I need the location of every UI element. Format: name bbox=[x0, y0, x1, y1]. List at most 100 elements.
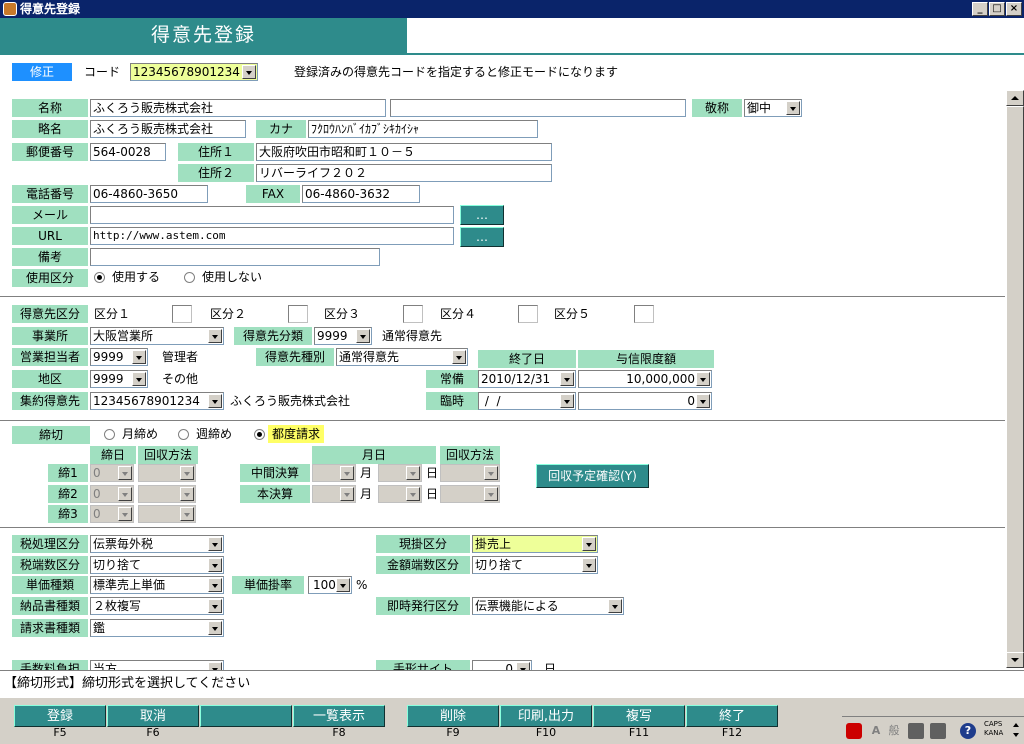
closing2-day[interactable]: 0 bbox=[90, 485, 134, 503]
use-yes-radio[interactable] bbox=[94, 272, 105, 283]
address1-input[interactable]: 大阪府吹田市昭和町１０－５ bbox=[256, 143, 552, 161]
closing2-day-dropdown-icon[interactable] bbox=[118, 487, 132, 501]
ime-app-icon[interactable] bbox=[846, 723, 862, 739]
interim-day[interactable] bbox=[378, 464, 422, 482]
note-site-stepper[interactable]: 0 bbox=[472, 660, 532, 670]
interim-method[interactable] bbox=[440, 464, 500, 482]
area-dropdown-icon[interactable] bbox=[132, 372, 146, 386]
class3-checkbox[interactable] bbox=[403, 305, 423, 323]
interim-method-dropdown-icon[interactable] bbox=[484, 466, 498, 480]
tel-input[interactable]: 06-4860-3650 bbox=[90, 185, 208, 203]
closing1-method-dropdown-icon[interactable] bbox=[180, 466, 194, 480]
sales-rep-select[interactable]: 9999 bbox=[90, 348, 148, 366]
cash-credit-select[interactable]: 掛売上 bbox=[472, 535, 598, 553]
closing-each-radio[interactable] bbox=[254, 429, 265, 440]
final-method[interactable] bbox=[440, 485, 500, 503]
class2-checkbox[interactable] bbox=[288, 305, 308, 323]
temporary-end-date[interactable]: / / bbox=[478, 392, 576, 410]
honorific-select[interactable]: 御中 bbox=[744, 99, 802, 117]
closing2-method-dropdown-icon[interactable] bbox=[180, 487, 194, 501]
price-rate-spin-icon[interactable] bbox=[336, 578, 350, 592]
closing1-day-dropdown-icon[interactable] bbox=[118, 466, 132, 480]
regular-end-date[interactable]: 2010/12/31 bbox=[478, 370, 576, 388]
group-customer-select[interactable]: 12345678901234 bbox=[90, 392, 224, 410]
copy-button[interactable]: 複写 bbox=[593, 705, 685, 727]
final-method-dropdown-icon[interactable] bbox=[484, 487, 498, 501]
customer-type-select[interactable]: 9999 bbox=[314, 327, 372, 345]
class4-checkbox[interactable] bbox=[518, 305, 538, 323]
class5-checkbox[interactable] bbox=[634, 305, 654, 323]
interim-month[interactable] bbox=[312, 464, 356, 482]
closing1-day[interactable]: 0 bbox=[90, 464, 134, 482]
list-view-button[interactable]: 一覧表示 bbox=[293, 705, 385, 727]
class1-checkbox[interactable] bbox=[172, 305, 192, 323]
delivery-slip-select[interactable]: ２枚複写 bbox=[90, 597, 224, 615]
mail-browse-button[interactable]: … bbox=[460, 205, 504, 225]
print-output-button[interactable]: 印刷,出力 bbox=[500, 705, 592, 727]
use-no-radio[interactable] bbox=[184, 272, 195, 283]
customer-type-dropdown-icon[interactable] bbox=[356, 329, 370, 343]
scroll-thumb[interactable] bbox=[1006, 106, 1024, 662]
name-input[interactable]: ふくろう販売株式会社 bbox=[90, 99, 386, 117]
closing3-day-dropdown-icon[interactable] bbox=[118, 507, 132, 521]
memo-input[interactable] bbox=[90, 248, 380, 266]
tray-scroll-icon[interactable] bbox=[1012, 721, 1020, 739]
ime-general-icon[interactable]: 般 bbox=[886, 723, 902, 739]
tax-fraction-select[interactable]: 切り捨て bbox=[90, 556, 224, 574]
address2-input[interactable]: リバーライフ２０２ bbox=[256, 164, 552, 182]
customer-kind-dropdown-icon[interactable] bbox=[452, 350, 466, 364]
price-kind-select[interactable]: 標準売上単価 bbox=[90, 576, 224, 594]
final-month-dropdown-icon[interactable] bbox=[340, 487, 354, 501]
url-browse-button[interactable]: … bbox=[460, 227, 504, 247]
regular-date-dropdown-icon[interactable] bbox=[560, 372, 574, 386]
amount-fraction-select[interactable]: 切り捨て bbox=[472, 556, 598, 574]
final-month[interactable] bbox=[312, 485, 356, 503]
interim-day-dropdown-icon[interactable] bbox=[406, 466, 420, 480]
mail-input[interactable] bbox=[90, 206, 454, 224]
closing-monthly-radio[interactable] bbox=[104, 429, 115, 440]
office-select[interactable]: 大阪営業所 bbox=[90, 327, 224, 345]
temporary-date-dropdown-icon[interactable] bbox=[560, 394, 574, 408]
minimize-button[interactable]: _ bbox=[972, 2, 988, 16]
delete-button[interactable]: 削除 bbox=[407, 705, 499, 727]
short-name-input[interactable]: ふくろう販売株式会社 bbox=[90, 120, 246, 138]
price-rate-stepper[interactable]: 100 bbox=[308, 576, 352, 594]
ime-pad-icon[interactable] bbox=[908, 723, 924, 739]
amount-fraction-dropdown-icon[interactable] bbox=[582, 558, 596, 572]
code-combo[interactable]: 12345678901234 bbox=[130, 63, 258, 81]
vertical-scrollbar[interactable] bbox=[1006, 90, 1024, 668]
kana-input[interactable]: ﾌｸﾛｳﾊﾝﾊﾞｲｶﾌﾞｼｷｶｲｼｬ bbox=[308, 120, 538, 138]
regular-limit-dropdown-icon[interactable] bbox=[696, 372, 710, 386]
scroll-down-icon[interactable] bbox=[1006, 652, 1024, 668]
temporary-credit-limit[interactable]: 0 bbox=[578, 392, 712, 410]
tax-process-select[interactable]: 伝票毎外税 bbox=[90, 535, 224, 553]
closing2-method[interactable] bbox=[138, 485, 196, 503]
fee-burden-select[interactable]: 当方 bbox=[90, 660, 224, 670]
interim-month-dropdown-icon[interactable] bbox=[340, 466, 354, 480]
instant-issue-dropdown-icon[interactable] bbox=[608, 599, 622, 613]
closing3-day[interactable]: 0 bbox=[90, 505, 134, 523]
invoice-kind-select[interactable]: 鑑 bbox=[90, 619, 224, 637]
blank-function-button[interactable] bbox=[200, 705, 292, 727]
ime-tool-icon[interactable] bbox=[930, 723, 946, 739]
closing1-method[interactable] bbox=[138, 464, 196, 482]
ime-mode-icon[interactable]: A bbox=[868, 723, 884, 739]
final-day[interactable] bbox=[378, 485, 422, 503]
sales-rep-dropdown-icon[interactable] bbox=[132, 350, 146, 364]
area-select[interactable]: 9999 bbox=[90, 370, 148, 388]
help-icon[interactable]: ? bbox=[960, 723, 976, 739]
name2-input[interactable] bbox=[390, 99, 686, 117]
tax-fraction-dropdown-icon[interactable] bbox=[208, 558, 222, 572]
cancel-button[interactable]: 取消 bbox=[107, 705, 199, 727]
price-kind-dropdown-icon[interactable] bbox=[208, 578, 222, 592]
note-site-spin-icon[interactable] bbox=[516, 662, 530, 670]
zip-input[interactable]: 564-0028 bbox=[90, 143, 166, 161]
close-button[interactable]: × bbox=[1006, 2, 1022, 16]
delivery-slip-dropdown-icon[interactable] bbox=[208, 599, 222, 613]
collection-schedule-button[interactable]: 回収予定確認(Y) bbox=[536, 464, 649, 488]
customer-kind-select[interactable]: 通常得意先 bbox=[336, 348, 468, 366]
scroll-up-icon[interactable] bbox=[1006, 90, 1024, 106]
cash-credit-dropdown-icon[interactable] bbox=[582, 537, 596, 551]
invoice-kind-dropdown-icon[interactable] bbox=[208, 621, 222, 635]
group-customer-dropdown-icon[interactable] bbox=[208, 394, 222, 408]
